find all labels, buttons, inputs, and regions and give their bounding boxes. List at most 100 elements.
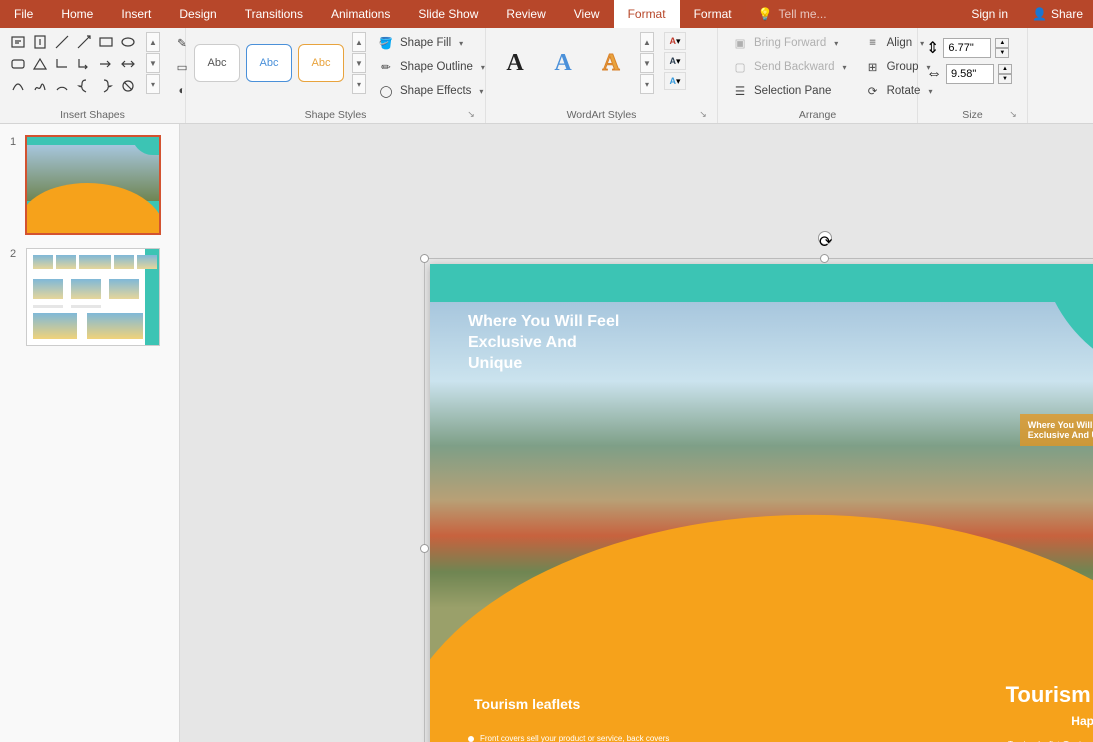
tab-review[interactable]: Review: [492, 0, 559, 28]
text-outline-icon: A: [669, 56, 676, 66]
sign-in-link[interactable]: Sign in: [957, 7, 1022, 21]
lightbulb-icon: 💡: [758, 7, 773, 21]
wordart-thumb-1[interactable]: A: [494, 44, 536, 82]
group-label-insert-shapes: Insert Shapes: [8, 107, 177, 123]
tell-me-search[interactable]: 💡 Tell me...: [746, 7, 839, 21]
shape-styles-launcher[interactable]: ↘: [465, 109, 477, 121]
slide-thumbnail-2[interactable]: [26, 248, 160, 346]
slogan-text: Where You Will Feel Exclusive And Unique: [468, 312, 619, 374]
style-thumb-3[interactable]: Abc: [298, 44, 344, 82]
tab-format-drawing[interactable]: Format: [680, 0, 746, 28]
wa-down-icon[interactable]: ▼: [640, 53, 654, 73]
shape-brace-left-icon[interactable]: [74, 76, 94, 96]
gallery-up-icon[interactable]: ▲: [146, 32, 160, 52]
tab-view[interactable]: View: [560, 0, 614, 28]
group-icon: ⊞: [865, 59, 881, 75]
tab-format-picture[interactable]: Format: [614, 0, 680, 28]
selection-pane-button[interactable]: ☰Selection Pane: [726, 80, 853, 102]
tab-design[interactable]: Design: [165, 0, 230, 28]
wordart-thumb-3[interactable]: A: [590, 44, 632, 82]
shape-oval-icon[interactable]: [118, 32, 138, 52]
rotate-handle[interactable]: ⟳: [818, 231, 832, 245]
shape-curved-icon[interactable]: [8, 76, 28, 96]
rotate-icon: ⟳: [865, 83, 881, 99]
tab-slideshow[interactable]: Slide Show: [404, 0, 492, 28]
style-thumb-2[interactable]: Abc: [246, 44, 292, 82]
text-outline-button[interactable]: A▾: [664, 52, 686, 70]
text-effects-icon: A: [669, 76, 676, 86]
text-effects-button[interactable]: A▾: [664, 72, 686, 90]
send-backward-icon: ▢: [732, 59, 748, 75]
shape-double-arrow-icon[interactable]: [118, 54, 138, 74]
wordart-gallery[interactable]: A A A ▲ ▼ ▾: [494, 32, 654, 94]
wordart-launcher[interactable]: ↘: [697, 109, 709, 121]
tab-transitions[interactable]: Transitions: [231, 0, 317, 28]
shape-freeform-icon[interactable]: [30, 76, 50, 96]
group-label-arrange: Arrange: [726, 107, 909, 123]
shapes-gallery[interactable]: [8, 32, 138, 96]
shape-no-symbol-icon[interactable]: [118, 76, 138, 96]
shape-outline-button[interactable]: ✏Shape Outline▾: [372, 56, 491, 78]
group-insert-shapes: ▲ ▼ ▾ ✎ ▭ ◐ Insert Shapes: [0, 28, 186, 123]
shape-brace-right-icon[interactable]: [96, 76, 116, 96]
shape-styles-gallery[interactable]: Abc Abc Abc ▲ ▼ ▾: [194, 32, 366, 94]
resize-handle-w[interactable]: [420, 544, 429, 553]
height-down[interactable]: ▼: [995, 48, 1009, 58]
shapes-gallery-scroll: ▲ ▼ ▾: [146, 32, 160, 94]
shape-rounded-rect-icon[interactable]: [8, 54, 28, 74]
resize-handle-n[interactable]: [820, 254, 829, 263]
shape-rectangle-icon[interactable]: [96, 32, 116, 52]
width-down[interactable]: ▼: [998, 74, 1012, 84]
styles-more-icon[interactable]: ▾: [352, 74, 366, 94]
shape-height-input[interactable]: [943, 38, 991, 58]
menu-tabs-bar: File Home Insert Design Transitions Anim…: [0, 0, 1093, 28]
size-launcher[interactable]: ↘: [1007, 109, 1019, 121]
paint-bucket-icon: 🪣: [378, 35, 394, 51]
tab-insert[interactable]: Insert: [107, 0, 165, 28]
shape-line-arrow-icon[interactable]: [74, 32, 94, 52]
styles-up-icon[interactable]: ▲: [352, 32, 366, 52]
slide-thumbnail-1[interactable]: [26, 136, 160, 234]
group-label-wordart: WordArt Styles↘: [494, 107, 709, 123]
shape-effects-button[interactable]: ◯Shape Effects▾: [372, 80, 491, 102]
list-item: Front covers sell your product or servic…: [468, 734, 678, 742]
shape-arc-icon[interactable]: [52, 76, 72, 96]
photo-badge: Where You Will Feel Exclusive And Unique: [1020, 414, 1093, 446]
shape-textbox-vert-icon[interactable]: [30, 32, 50, 52]
leaflet-group[interactable]: LOGO Where You Will Feel Exclusive And U…: [430, 264, 1093, 742]
styles-down-icon[interactable]: ▼: [352, 53, 366, 73]
tab-animations[interactable]: Animations: [317, 0, 404, 28]
shape-width-input[interactable]: [946, 64, 994, 84]
wordart-thumb-2[interactable]: A: [542, 44, 584, 82]
shape-elbow-icon[interactable]: [52, 54, 72, 74]
shape-fill-button[interactable]: 🪣Shape Fill▾: [372, 32, 491, 54]
slide-1[interactable]: LOGO Where You Will Feel Exclusive And U…: [430, 264, 1093, 742]
shape-elbow-arrow-icon[interactable]: [74, 54, 94, 74]
group-size: ⇕ ▲▼ ⇔ ▲▼ Size↘: [918, 28, 1028, 123]
width-icon: ⇔: [926, 65, 942, 83]
tab-file[interactable]: File: [0, 0, 47, 28]
shape-textbox-icon[interactable]: [8, 32, 28, 52]
shape-arrow-right-icon[interactable]: [96, 54, 116, 74]
bottom-right-subtitle: Happy Journey: [1071, 714, 1093, 728]
tab-home[interactable]: Home: [47, 0, 107, 28]
shape-triangle-icon[interactable]: [30, 54, 50, 74]
height-up[interactable]: ▲: [995, 38, 1009, 48]
slide-thumbnails-pane[interactable]: 1 2: [0, 124, 180, 742]
wa-more-icon[interactable]: ▾: [640, 74, 654, 94]
gallery-more-icon[interactable]: ▾: [146, 74, 160, 94]
height-icon: ⇕: [926, 38, 939, 58]
send-backward-button[interactable]: ▢Send Backward▾: [726, 56, 853, 78]
resize-handle-nw[interactable]: [420, 254, 429, 263]
bring-forward-button[interactable]: ▣Bring Forward▾: [726, 32, 853, 54]
wa-up-icon[interactable]: ▲: [640, 32, 654, 52]
shape-line-icon[interactable]: [52, 32, 72, 52]
slide-canvas[interactable]: LOGO Where You Will Feel Exclusive And U…: [180, 124, 1093, 742]
text-fill-button[interactable]: A▾: [664, 32, 686, 50]
style-thumb-1[interactable]: Abc: [194, 44, 240, 82]
ribbon: ▲ ▼ ▾ ✎ ▭ ◐ Insert Shapes Abc Abc Abc ▲ …: [0, 28, 1093, 124]
group-wordart-styles: A A A ▲ ▼ ▾ A▾ A▾ A▾ WordArt Styles↘: [486, 28, 718, 123]
share-button[interactable]: 👤 Share: [1022, 7, 1093, 21]
gallery-down-icon[interactable]: ▼: [146, 53, 160, 73]
width-up[interactable]: ▲: [998, 64, 1012, 74]
